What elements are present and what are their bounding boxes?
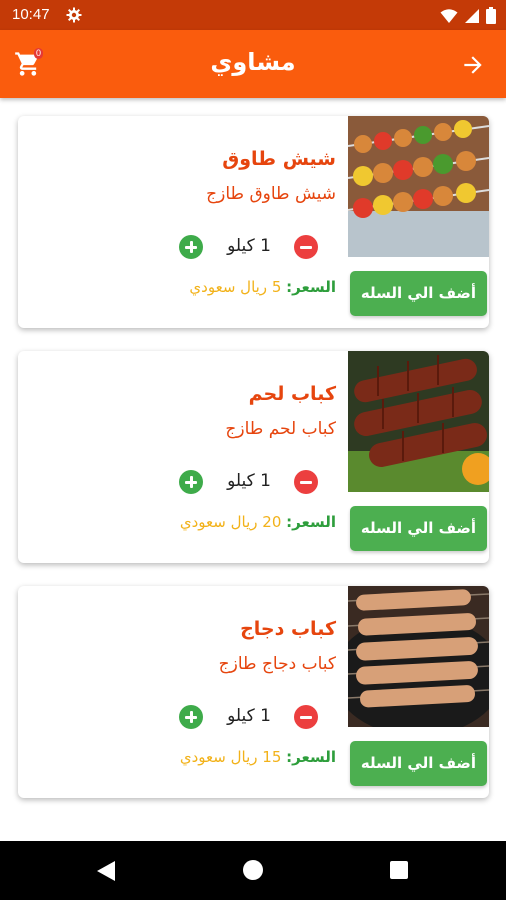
price-label: السعر: bbox=[286, 513, 336, 531]
status-time: 10:47 bbox=[12, 6, 50, 23]
product-card: كباب لحم كباب لحم طازج 1 كيلو السعر: 20 … bbox=[18, 351, 489, 563]
product-description: شيش طاوق طازج bbox=[206, 184, 336, 204]
back-triangle-icon[interactable] bbox=[96, 860, 116, 882]
quantity-value: 1 كيلو bbox=[227, 471, 271, 491]
add-to-cart-button[interactable]: أضف الي السله bbox=[350, 741, 487, 786]
recents-square-icon[interactable] bbox=[390, 861, 408, 879]
add-to-cart-button[interactable]: أضف الي السله bbox=[350, 506, 487, 551]
battery-icon bbox=[486, 7, 496, 24]
meat-kebab-photo bbox=[348, 351, 489, 492]
decrease-quantity-button[interactable] bbox=[294, 470, 318, 494]
product-card: كباب دجاج كباب دجاج طازج 1 كيلو السعر: 1… bbox=[18, 586, 489, 798]
product-list[interactable]: شيش طاوق شيش طاوق طازج 1 كيلو السعر: 5 ر… bbox=[0, 98, 506, 841]
quantity-value: 1 كيلو bbox=[227, 706, 271, 726]
add-to-cart-button[interactable]: أضف الي السله bbox=[350, 271, 487, 316]
increase-quantity-button[interactable] bbox=[179, 705, 203, 729]
price-value: 15 ريال سعودي bbox=[179, 748, 282, 766]
price: السعر: 15 ريال سعودي bbox=[180, 748, 336, 766]
app-bar: 0 مشاوي bbox=[0, 30, 506, 98]
signal-icon bbox=[465, 8, 479, 23]
increase-quantity-button[interactable] bbox=[179, 470, 203, 494]
decrease-quantity-button[interactable] bbox=[294, 235, 318, 259]
chicken-kebab-photo bbox=[348, 586, 489, 727]
wifi-icon bbox=[440, 8, 458, 23]
product-name: كباب لحم bbox=[248, 383, 336, 405]
price-value: 5 ريال سعودي bbox=[189, 278, 282, 296]
decrease-quantity-button[interactable] bbox=[294, 705, 318, 729]
price-label: السعر: bbox=[286, 748, 336, 766]
navigation-bar bbox=[0, 841, 506, 900]
price: السعر: 20 ريال سعودي bbox=[180, 513, 336, 531]
price: السعر: 5 ريال سعودي bbox=[189, 278, 336, 296]
quantity-value: 1 كيلو bbox=[227, 236, 271, 256]
arrow-right-icon[interactable] bbox=[460, 52, 486, 78]
page-title: مشاوي bbox=[210, 48, 296, 76]
product-description: كباب دجاج طازج bbox=[218, 654, 336, 674]
status-bar: 10:47 bbox=[0, 0, 506, 30]
shish-tawook-photo bbox=[348, 116, 489, 257]
price-label: السعر: bbox=[286, 278, 336, 296]
product-card: شيش طاوق شيش طاوق طازج 1 كيلو السعر: 5 ر… bbox=[18, 116, 489, 328]
product-description: كباب لحم طازج bbox=[225, 419, 336, 439]
product-name: كباب دجاج bbox=[240, 618, 336, 640]
gear-icon bbox=[66, 7, 82, 23]
product-name: شيش طاوق bbox=[222, 148, 336, 170]
home-circle-icon[interactable] bbox=[243, 860, 263, 880]
price-value: 20 ريال سعودي bbox=[179, 513, 282, 531]
increase-quantity-button[interactable] bbox=[179, 235, 203, 259]
